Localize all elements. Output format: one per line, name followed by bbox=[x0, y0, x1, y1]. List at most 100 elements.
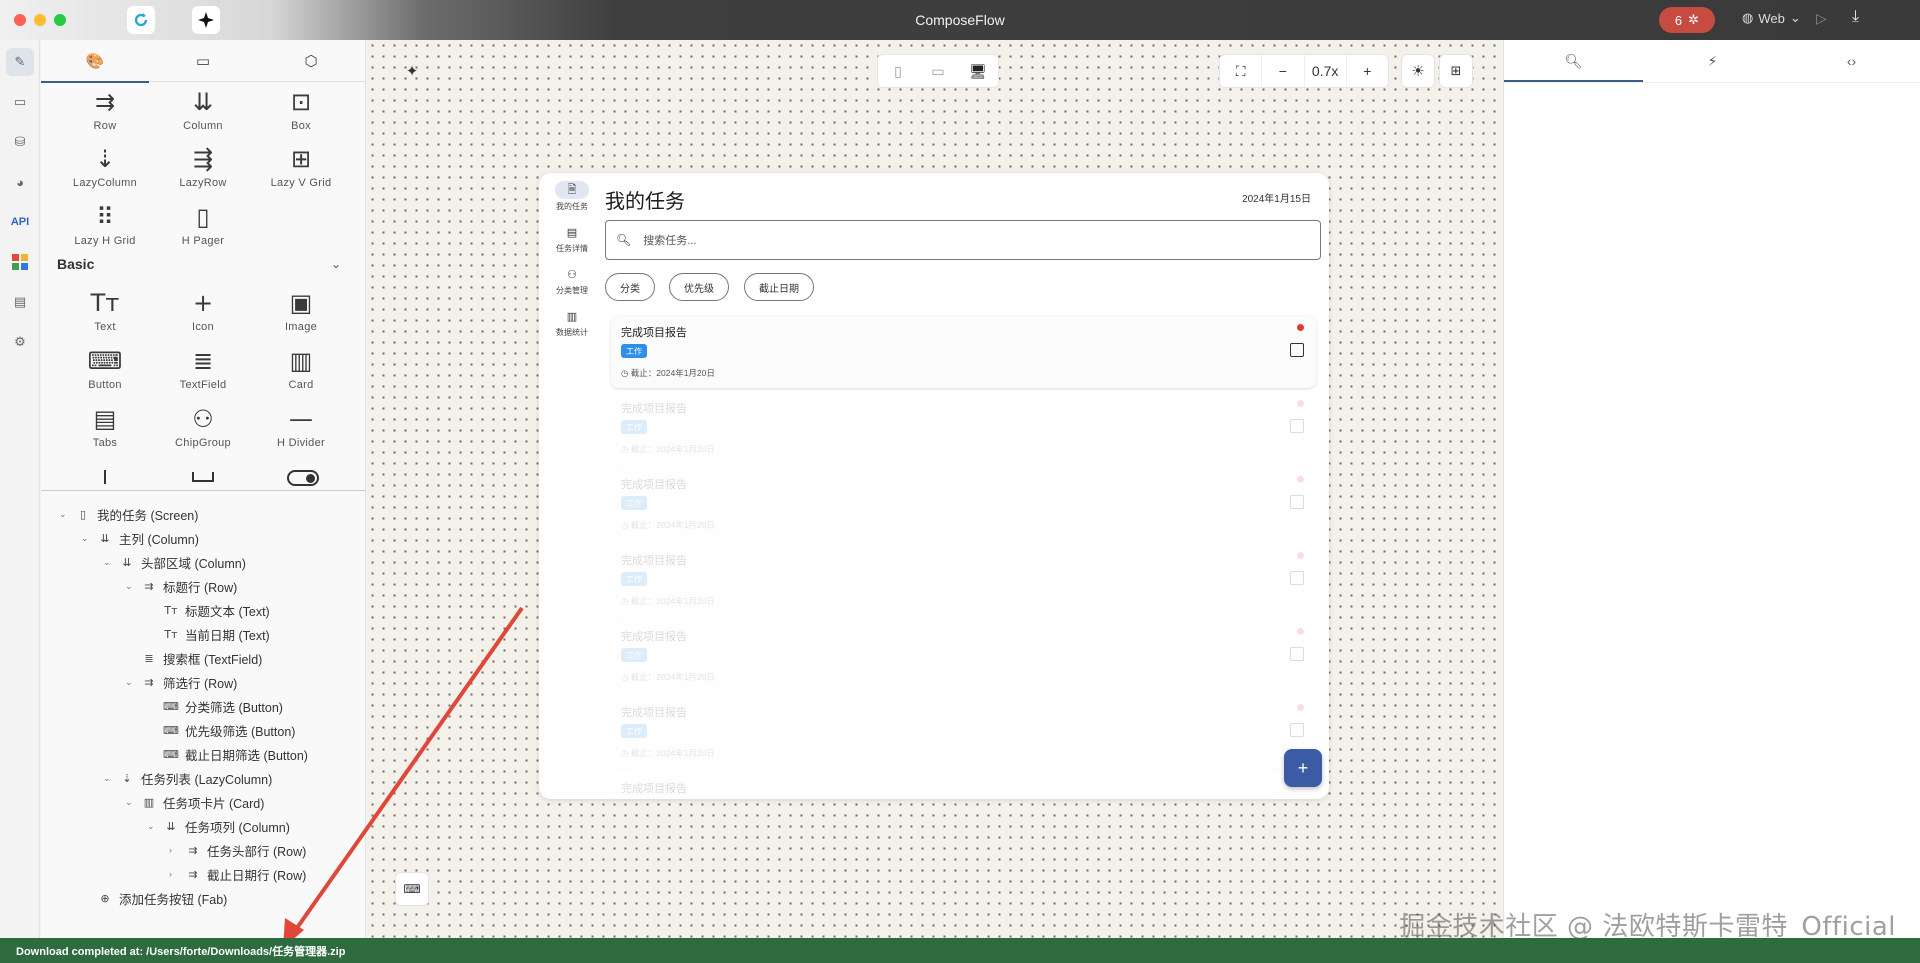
tree-node[interactable]: ⌄ ▥ 任务项卡片 (Card) bbox=[125, 790, 264, 814]
component-column[interactable]: ⇊ Column bbox=[155, 84, 251, 132]
tree-node[interactable]: ⌄ ▯ 我的任务 (Screen) bbox=[59, 502, 198, 526]
tree-node[interactable]: ⌨ 分类筛选 (Button) bbox=[147, 694, 283, 718]
nav-item-my-tasks[interactable]: 🗎 我的任务 bbox=[543, 181, 601, 212]
assets-icon[interactable]: ▤ bbox=[6, 288, 34, 316]
chevron-down-icon[interactable]: ⌄ bbox=[103, 557, 115, 568]
switch-icon[interactable] bbox=[287, 470, 319, 486]
ai-sparkle-icon[interactable]: ✦ bbox=[395, 54, 429, 88]
filter-due-date-button[interactable]: 截止日期 bbox=[744, 273, 814, 301]
settings-icon[interactable]: ⚙ bbox=[6, 328, 34, 356]
api-icon[interactable]: API bbox=[6, 208, 34, 236]
tree-node[interactable]: ⌄ ⇊ 任务项列 (Column) bbox=[147, 814, 290, 838]
nav-item-stats[interactable]: ▥ 数据统计 bbox=[543, 307, 601, 338]
component-text[interactable]: Tт Text bbox=[57, 285, 153, 333]
palette-icon[interactable]: 🎨 bbox=[41, 40, 149, 83]
download-icon[interactable]: ⤓ bbox=[1852, 8, 1859, 26]
theme-icon[interactable]: ◕ bbox=[6, 168, 34, 196]
tree-node[interactable]: ⌄ ⇉ 筛选行 (Row) bbox=[125, 670, 237, 694]
priority-dot bbox=[1297, 400, 1304, 407]
code-icon[interactable]: ‹› bbox=[1782, 40, 1920, 82]
phone-icon[interactable]: ▯ bbox=[878, 55, 918, 87]
tree-node[interactable]: Tт 当前日期 (Text) bbox=[147, 622, 269, 646]
window-minimize-button[interactable] bbox=[34, 14, 46, 26]
window-maximize-button[interactable] bbox=[54, 14, 66, 26]
editor-icon[interactable]: ✎ bbox=[6, 48, 34, 76]
apps-icon[interactable] bbox=[6, 248, 34, 276]
search-input[interactable]: 🔍︎ 搜索任务... bbox=[605, 220, 1321, 260]
component-h-divider[interactable]: — H Divider bbox=[253, 401, 349, 449]
tree-node[interactable]: ⌄ ⇊ 主列 (Column) bbox=[81, 526, 199, 550]
database-icon[interactable]: ⛁ bbox=[6, 128, 34, 156]
component-box[interactable]: ⊡ Box bbox=[253, 84, 349, 132]
component-card[interactable]: ▥ Card bbox=[253, 343, 349, 391]
spacer-icon[interactable] bbox=[192, 472, 214, 482]
chevron-down-icon[interactable]: ⌄ bbox=[59, 509, 71, 520]
tree-node[interactable]: ⌄ ⇉ 标题行 (Row) bbox=[125, 574, 237, 598]
component-image[interactable]: ▣ Image bbox=[253, 285, 349, 333]
component-lazy-h-grid[interactable]: ⠿ Lazy H Grid bbox=[57, 199, 153, 247]
component-lazy-v-grid[interactable]: ⊞ Lazy V Grid bbox=[253, 141, 349, 189]
grid-toggle-icon[interactable]: ⊞ bbox=[1439, 54, 1473, 88]
design-canvas[interactable]: ✦ ▯ ▭ 🖥 ⛶ − 0.7x + ☀ ⊞ 🗎 我的任务 ▤ 任务详情 ⚇ 分… bbox=[367, 40, 1502, 938]
nav-item-categories[interactable]: ⚇ 分类管理 bbox=[543, 265, 601, 296]
tree-node[interactable]: ⌨ 优先级筛选 (Button) bbox=[147, 718, 295, 742]
tree-node[interactable]: ⌄ ⇊ 头部区域 (Column) bbox=[103, 550, 246, 574]
component-chipgroup[interactable]: ⚇ ChipGroup bbox=[155, 401, 251, 449]
right-inspector-panel: 🔍︎ ⚡ ‹› bbox=[1503, 40, 1920, 938]
fit-screen-icon[interactable]: ⛶ bbox=[1220, 55, 1263, 87]
chevron-right-icon[interactable]: › bbox=[169, 845, 181, 855]
tablet-icon[interactable]: ▭ bbox=[918, 55, 958, 87]
tree-node[interactable]: › ⇉ 截止日期行 (Row) bbox=[169, 862, 306, 886]
component-label: Card bbox=[288, 379, 314, 391]
keyboard-icon[interactable]: ⌨ bbox=[395, 872, 429, 906]
platform-select[interactable]: ◍ Web ⌄ bbox=[1742, 10, 1801, 26]
basic-section-header[interactable]: Basic bbox=[57, 256, 94, 272]
screen-icon[interactable]: ▭ bbox=[149, 40, 257, 82]
tree-node[interactable]: ≣ 搜索框 (TextField) bbox=[125, 646, 262, 670]
task-card[interactable]: 完成项目报告 工作 ◷ 截止：2024年1月20日 bbox=[611, 316, 1316, 388]
window-close-button[interactable] bbox=[14, 14, 26, 26]
chevron-down-icon[interactable]: ⌄ bbox=[81, 533, 93, 544]
tree-node[interactable]: ⌄ ⇣ 任务列表 (LazyColumn) bbox=[103, 766, 272, 790]
module-icon[interactable]: ⬡ bbox=[257, 40, 365, 82]
refresh-icon[interactable] bbox=[127, 6, 155, 34]
component-h-pager[interactable]: ▯ H Pager bbox=[155, 199, 251, 247]
tree-node[interactable]: ⊕ 添加任务按钮 (Fab) bbox=[81, 886, 227, 910]
chevron-down-icon[interactable]: ⌄ bbox=[125, 677, 137, 688]
chevron-down-icon[interactable]: ⌄ bbox=[331, 257, 341, 271]
zoom-out-button[interactable]: − bbox=[1262, 55, 1305, 87]
component-row[interactable]: ⇉ Row bbox=[57, 84, 153, 132]
play-icon[interactable]: ▷ bbox=[1816, 10, 1827, 27]
component-icon[interactable]: + Icon bbox=[155, 285, 251, 333]
chevron-down-icon[interactable]: ⌄ bbox=[147, 821, 159, 832]
grid-icon: ⊞ bbox=[290, 145, 312, 173]
zoom-level[interactable]: 0.7x bbox=[1305, 55, 1347, 87]
filter-priority-button[interactable]: 优先级 bbox=[669, 273, 729, 301]
bug-count-badge[interactable]: 6 ✲ bbox=[1659, 7, 1715, 33]
component-textfield[interactable]: ≣ TextField bbox=[155, 343, 251, 391]
layout-icon[interactable]: ▭ bbox=[6, 88, 34, 116]
zoom-in-button[interactable]: + bbox=[1347, 55, 1388, 87]
chevron-down-icon[interactable]: ⌄ bbox=[103, 773, 115, 784]
actions-icon[interactable]: ⚡ bbox=[1643, 40, 1782, 82]
tree-node-label: 任务头部行 (Row) bbox=[207, 844, 307, 859]
inspector-icon[interactable]: 🔍︎ bbox=[1504, 40, 1643, 82]
ai-sparkle-icon[interactable] bbox=[192, 6, 220, 34]
brightness-icon[interactable]: ☀ bbox=[1401, 54, 1435, 88]
chevron-right-icon[interactable]: › bbox=[169, 869, 181, 879]
filter-category-button[interactable]: 分类 bbox=[605, 273, 655, 301]
v-divider-icon[interactable] bbox=[104, 470, 106, 484]
component-tabs[interactable]: ▤ Tabs bbox=[57, 401, 153, 449]
task-checkbox[interactable] bbox=[1290, 343, 1304, 357]
add-task-fab[interactable]: + bbox=[1284, 749, 1322, 787]
tree-node[interactable]: ⌨ 截止日期筛选 (Button) bbox=[147, 742, 308, 766]
component-lazycolumn[interactable]: ⇣ LazyColumn bbox=[57, 141, 153, 189]
chevron-down-icon[interactable]: ⌄ bbox=[125, 581, 137, 592]
component-button[interactable]: ⌨ Button bbox=[57, 343, 153, 391]
nav-item-task-detail[interactable]: ▤ 任务详情 bbox=[543, 223, 601, 254]
component-lazyrow[interactable]: ⇶ LazyRow bbox=[155, 141, 251, 189]
chevron-down-icon[interactable]: ⌄ bbox=[125, 797, 137, 808]
tree-node[interactable]: › ⇉ 任务头部行 (Row) bbox=[169, 838, 306, 862]
tree-node[interactable]: Tт 标题文本 (Text) bbox=[147, 598, 269, 622]
desktop-icon[interactable]: 🖥 bbox=[958, 55, 998, 87]
